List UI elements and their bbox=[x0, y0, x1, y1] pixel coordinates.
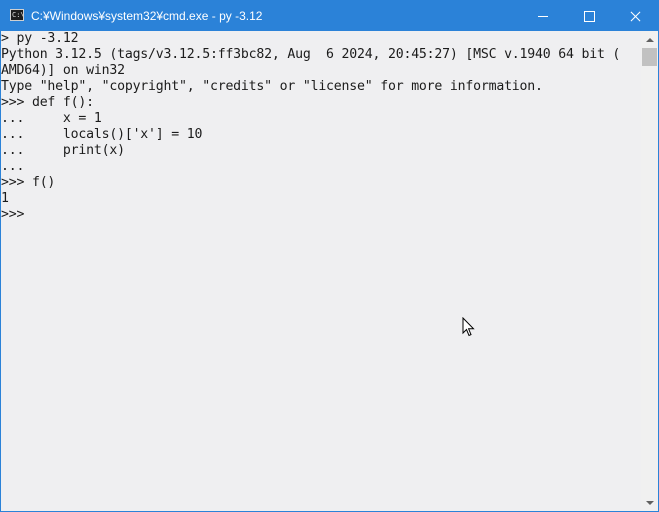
console-line: Python 3.12.5 (tags/v3.12.5:ff3bc82, Aug… bbox=[1, 47, 621, 62]
maximize-button[interactable] bbox=[566, 1, 612, 31]
console-line: ... x = 1 bbox=[1, 111, 102, 126]
close-icon bbox=[629, 10, 641, 22]
close-button[interactable] bbox=[612, 1, 658, 31]
mouse-pointer-icon bbox=[462, 317, 475, 337]
title-bar[interactable]: C:\ C:¥Windows¥system32¥cmd.exe - py -3.… bbox=[1, 1, 658, 31]
console-line: 1 bbox=[1, 191, 9, 206]
console-line: ... print(x) bbox=[1, 143, 125, 158]
cmd-window: C:\ C:¥Windows¥system32¥cmd.exe - py -3.… bbox=[0, 0, 659, 512]
scroll-down-button[interactable] bbox=[641, 494, 658, 511]
console-line: >>> def f(): bbox=[1, 95, 94, 110]
window-title: C:¥Windows¥system32¥cmd.exe - py -3.12 bbox=[31, 9, 263, 23]
minimize-button[interactable] bbox=[520, 1, 566, 31]
chevron-down-icon bbox=[645, 500, 654, 505]
console-line: AMD64)] on win32 bbox=[1, 63, 125, 78]
console-line: ... locals()['x'] = 10 bbox=[1, 127, 203, 142]
scrollbar-thumb[interactable] bbox=[642, 48, 657, 66]
vertical-scrollbar[interactable] bbox=[641, 31, 658, 511]
minimize-icon bbox=[538, 15, 548, 17]
chevron-up-icon bbox=[645, 37, 654, 42]
cmd-icon[interactable]: C:\ bbox=[10, 9, 24, 21]
console-output[interactable]: > py -3.12 Python 3.12.5 (tags/v3.12.5:f… bbox=[1, 31, 641, 511]
maximize-icon bbox=[583, 10, 595, 22]
console-line: >>> f() bbox=[1, 175, 56, 190]
scroll-up-button[interactable] bbox=[641, 31, 658, 48]
console-line: ... bbox=[1, 159, 25, 174]
console-prompt-line[interactable]: >>> bbox=[1, 207, 641, 223]
console-line: Type "help", "copyright", "credits" or "… bbox=[1, 79, 543, 94]
console-line: > py -3.12 bbox=[1, 31, 79, 46]
